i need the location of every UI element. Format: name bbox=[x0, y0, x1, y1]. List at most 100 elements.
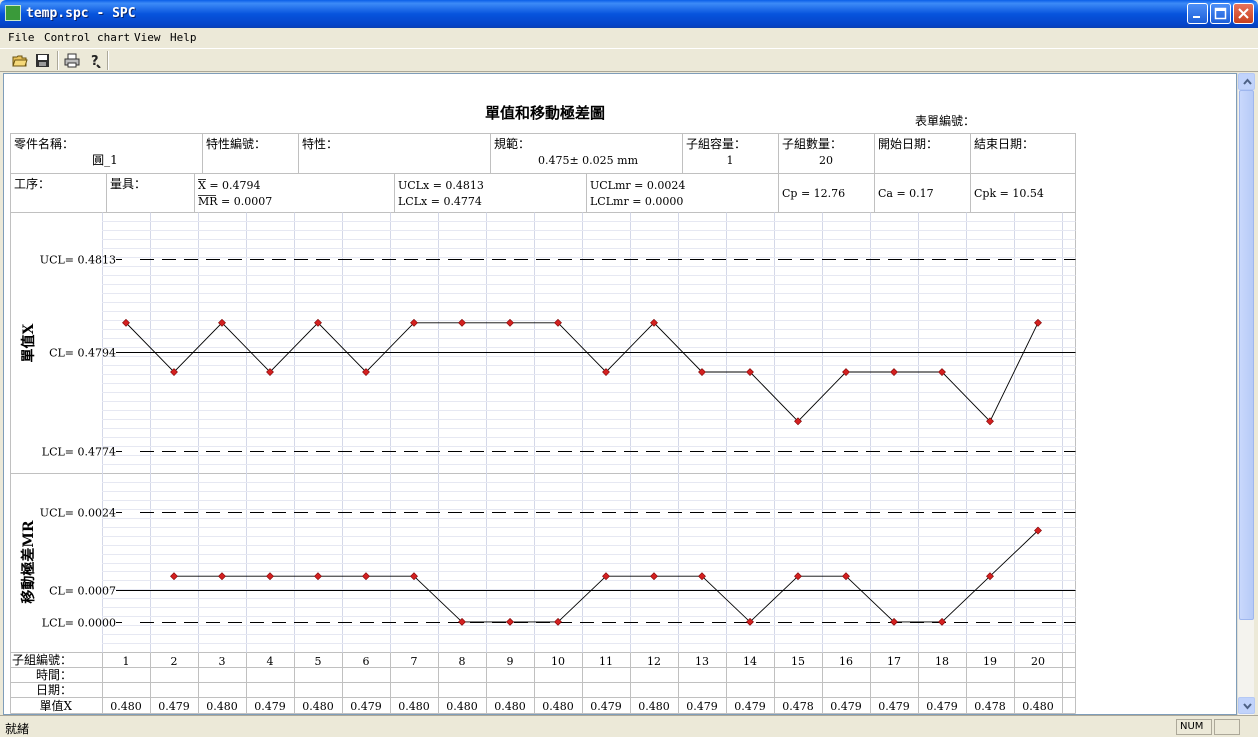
cl-label: CL= 0.0007 bbox=[49, 585, 116, 598]
subgroup-number: 3 bbox=[219, 655, 226, 668]
save-button[interactable] bbox=[33, 51, 53, 70]
status-pane-empty bbox=[1214, 719, 1240, 735]
data-table: 1 0.480 2 0.479 3 0.480 4 0.479 5 0.480 6 0.479 7 0.4… bbox=[10, 652, 1076, 714]
menu-view[interactable]: View bbox=[134, 31, 161, 44]
value-cell: 0.480 bbox=[494, 700, 526, 713]
print-button[interactable] bbox=[62, 51, 82, 70]
toolbar-separator bbox=[107, 51, 109, 70]
value-cell: 0.480 bbox=[1022, 700, 1054, 713]
vertical-scrollbar[interactable] bbox=[1237, 73, 1255, 715]
subgroup-count-label: 子組數量： bbox=[782, 137, 842, 151]
scroll-up-button[interactable] bbox=[1238, 73, 1255, 90]
menu-control-chart[interactable]: Control chart bbox=[44, 31, 130, 44]
x-chart-ylabel: 單值X bbox=[20, 323, 37, 362]
scroll-down-button[interactable] bbox=[1238, 697, 1255, 714]
ucl-label: UCL= 0.0024 bbox=[40, 507, 116, 520]
subgroup-number: 13 bbox=[695, 655, 709, 668]
close-button[interactable] bbox=[1233, 3, 1254, 24]
lclmr-value: LCLmr = 0.0000 bbox=[590, 195, 683, 208]
lcl-label: LCL= 0.4774 bbox=[42, 446, 116, 459]
value-cell: 0.479 bbox=[830, 700, 862, 713]
cp-value: Cp = 12.76 bbox=[782, 187, 845, 200]
open-button[interactable] bbox=[10, 51, 30, 70]
end-date-label: 結束日期： bbox=[974, 137, 1034, 151]
save-icon bbox=[36, 54, 49, 67]
control-charts: UCL= 0.4813 CL= 0.4794 LCL= 0.4774 UCL= 0.0… bbox=[40, 254, 1076, 630]
subgroup-number: 12 bbox=[647, 655, 661, 668]
cpk-value: Cpk = 10.54 bbox=[974, 187, 1044, 200]
menu-bar: File Control chart View Help bbox=[0, 28, 1258, 48]
start-date-label: 開始日期： bbox=[878, 137, 938, 151]
status-text: 就緒 bbox=[5, 722, 30, 736]
char-label: 特性： bbox=[302, 136, 338, 151]
value-cell: 0.478 bbox=[782, 700, 814, 713]
subgroup-number: 10 bbox=[551, 655, 565, 668]
part-name-value: 圓_1 bbox=[92, 153, 118, 167]
value-cell: 0.480 bbox=[302, 700, 334, 713]
chart-frame bbox=[10, 212, 1076, 653]
value-cell: 0.479 bbox=[734, 700, 766, 713]
header-row-2: 工序： 量具： X = 0.4794 MR = 0.0007 UCLx = 0.… bbox=[14, 176, 1044, 208]
menu-file[interactable]: File bbox=[8, 31, 35, 44]
value-cell: 0.479 bbox=[590, 700, 622, 713]
data-point bbox=[170, 572, 178, 581]
menu-help[interactable]: Help bbox=[170, 31, 197, 44]
value-cell: 0.479 bbox=[254, 700, 286, 713]
minimize-icon bbox=[1193, 16, 1200, 18]
arrow-down-icon bbox=[1243, 703, 1252, 710]
subgroup-number: 8 bbox=[459, 655, 466, 668]
subgroup-number: 18 bbox=[935, 655, 949, 668]
process-label: 工序： bbox=[14, 176, 50, 191]
help-icon: ? bbox=[91, 54, 101, 68]
chart-grid bbox=[10, 212, 1076, 653]
lclx-value: LCLx = 0.4774 bbox=[398, 195, 482, 208]
value-cell: 0.479 bbox=[878, 700, 910, 713]
part-name-label: 零件名稱： bbox=[14, 136, 74, 151]
open-folder-icon bbox=[12, 55, 28, 67]
scroll-thumb[interactable] bbox=[1239, 90, 1254, 620]
subgroup-number: 15 bbox=[791, 655, 805, 668]
value-cell: 0.479 bbox=[350, 700, 382, 713]
subgroup-size-label: 子組容量： bbox=[686, 136, 746, 151]
subgroup-number: 5 bbox=[315, 655, 322, 668]
maximize-icon bbox=[1214, 7, 1227, 20]
subgroup-number: 1 bbox=[123, 655, 130, 668]
data-point bbox=[506, 617, 514, 626]
maximize-button[interactable] bbox=[1210, 3, 1231, 24]
value-cell: 0.480 bbox=[446, 700, 478, 713]
subgroup-number: 9 bbox=[507, 655, 514, 668]
value-cell: 0.480 bbox=[206, 700, 238, 713]
num-lock-indicator: NUM bbox=[1176, 719, 1212, 735]
help-button[interactable]: ? bbox=[86, 51, 106, 70]
char-no-label: 特性編號： bbox=[206, 136, 266, 151]
toolbar: ? bbox=[0, 48, 1258, 72]
spec-label: 規範： bbox=[494, 136, 530, 151]
subgroup-number: 4 bbox=[267, 655, 274, 668]
value-cell: 0.480 bbox=[638, 700, 670, 713]
close-icon bbox=[1238, 8, 1249, 19]
data-point bbox=[362, 572, 370, 581]
uclmr-value: UCLmr = 0.0024 bbox=[590, 179, 685, 192]
subgroup-count-value: 20 bbox=[819, 154, 833, 167]
print-icon bbox=[64, 53, 80, 68]
spc-report: 單值和移動極差圖 表單編號： 零件名稱： 圓_1 特性編號： 特性： 規範： 0… bbox=[10, 104, 1076, 714]
data-point bbox=[650, 572, 658, 581]
value-cell: 0.479 bbox=[158, 700, 190, 713]
subgroup-number: 6 bbox=[363, 655, 370, 668]
value-cell: 0.479 bbox=[926, 700, 958, 713]
date-row-label: 日期： bbox=[36, 683, 72, 697]
minimize-button[interactable] bbox=[1187, 3, 1208, 24]
cl-label: CL= 0.4794 bbox=[49, 347, 116, 360]
header-row-1: 零件名稱： 圓_1 特性編號： 特性： 規範： 0.475± 0.025 mm … bbox=[14, 136, 1034, 167]
spec-value: 0.475± 0.025 mm bbox=[538, 154, 639, 167]
report-title: 單值和移動極差圖 bbox=[485, 104, 605, 122]
data-point bbox=[314, 572, 322, 581]
subgroup-number: 16 bbox=[839, 655, 853, 668]
subgroup-row-label: 子組編號： bbox=[12, 652, 72, 667]
value-cell: 0.479 bbox=[686, 700, 718, 713]
ca-value: Ca = 0.17 bbox=[878, 187, 934, 200]
status-bar: 就緒 NUM bbox=[0, 715, 1258, 737]
toolbar-separator bbox=[57, 51, 59, 70]
subgroup-size-value: 1 bbox=[727, 154, 734, 167]
app-icon bbox=[5, 5, 21, 21]
